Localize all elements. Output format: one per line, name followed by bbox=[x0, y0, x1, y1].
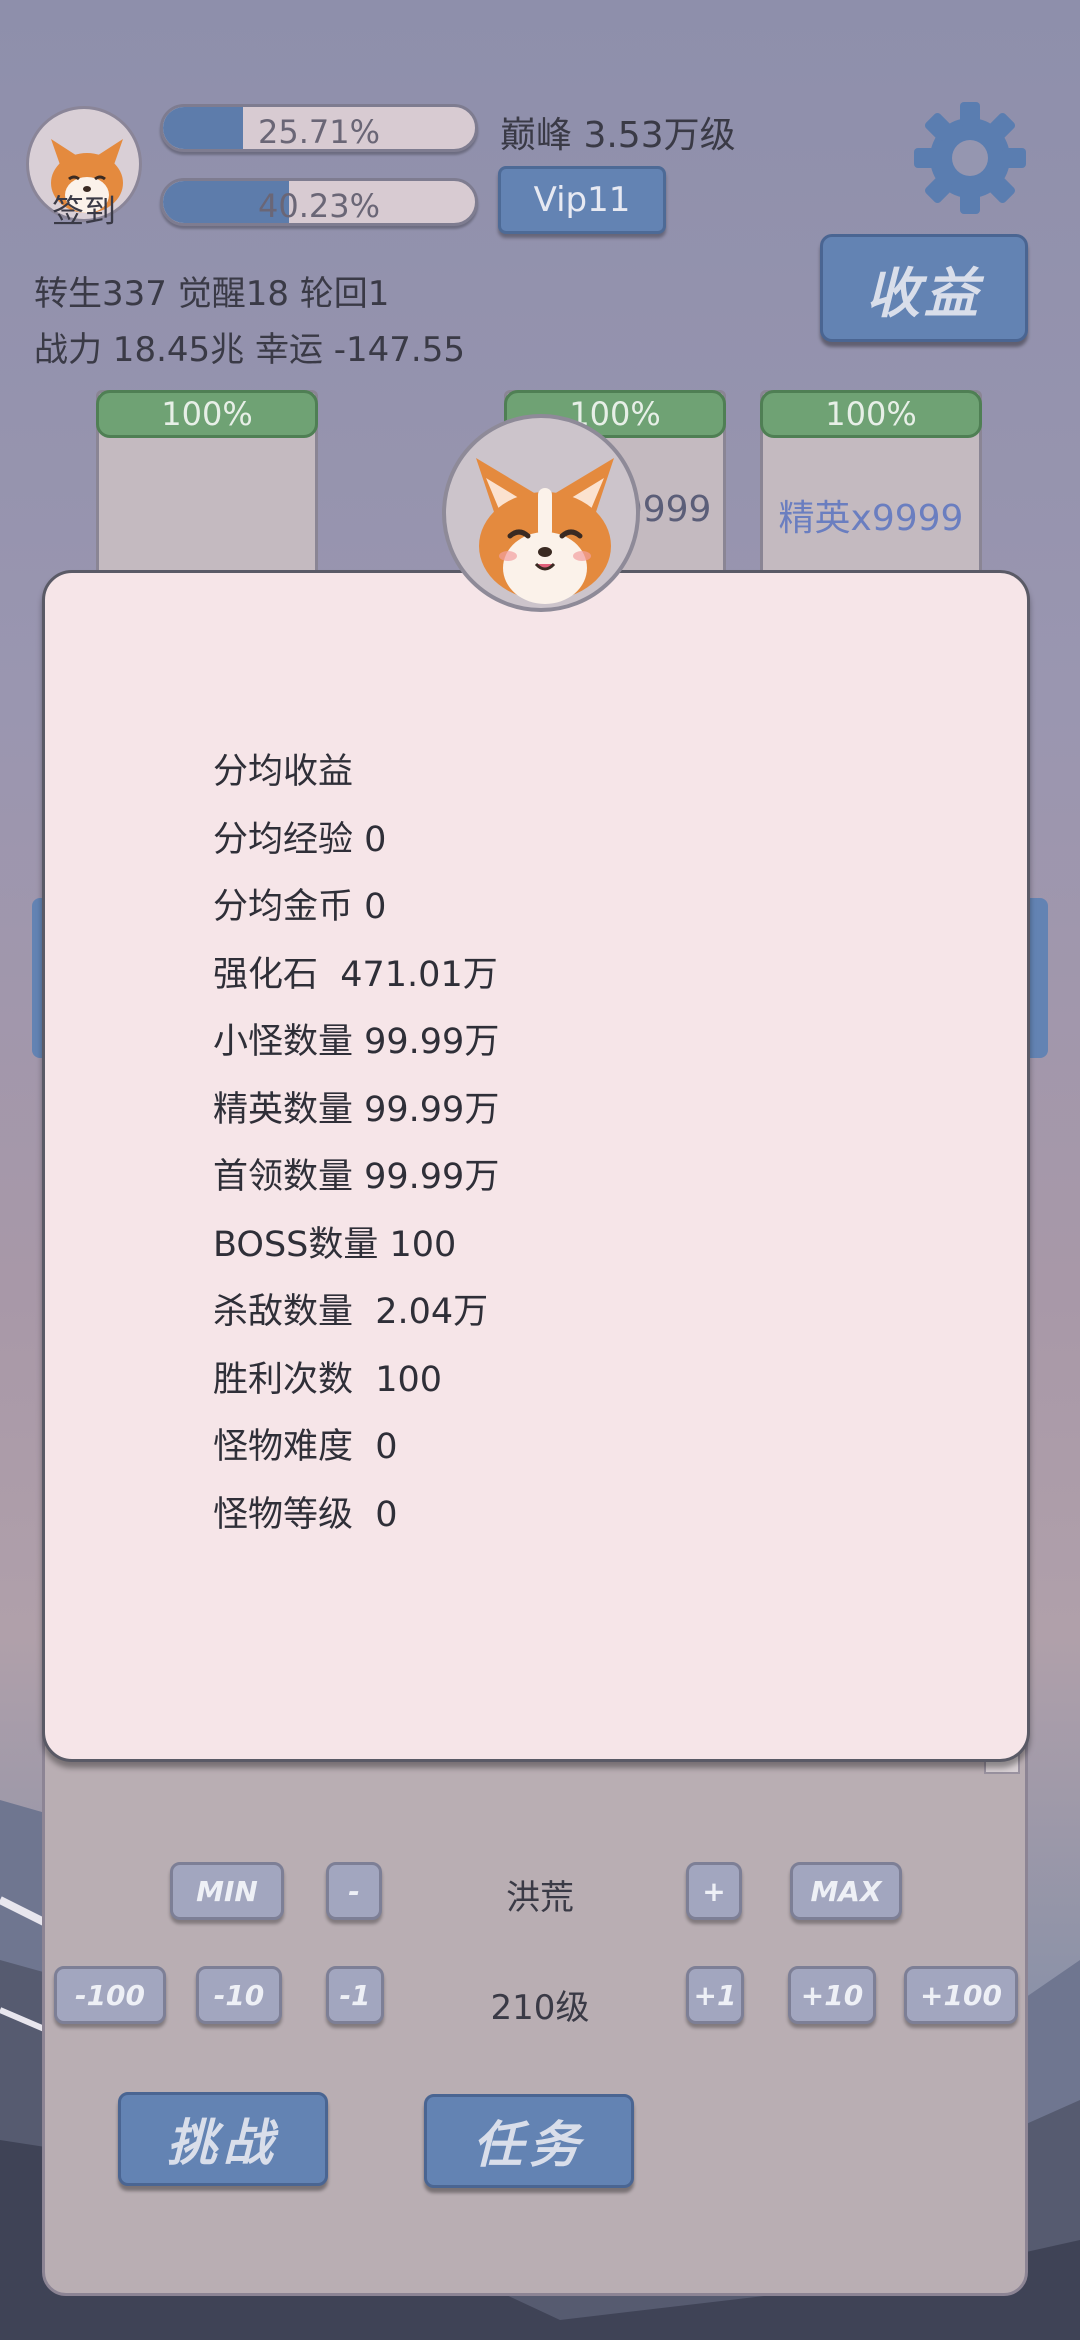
stat-row: 首领数量 99.99万 bbox=[213, 1157, 500, 1197]
task-button[interactable]: 任务 bbox=[424, 2094, 634, 2188]
power-luck-stats: 战力 18.45兆 幸运 -147.55 bbox=[34, 330, 465, 370]
level-minus-10-button[interactable]: -10 bbox=[196, 1966, 282, 2024]
card-label: 精英x9999 bbox=[778, 498, 964, 539]
max-button[interactable]: MAX bbox=[790, 1862, 902, 1920]
gear-icon[interactable] bbox=[910, 98, 1030, 218]
stat-row: 分均经验 0 bbox=[213, 819, 387, 860]
rebirth-stats: 转生337 觉醒18 轮回1 bbox=[34, 274, 390, 314]
exp-progress-bar: 25.71% bbox=[160, 104, 478, 152]
challenge-button[interactable]: 挑战 bbox=[118, 2092, 328, 2186]
stat-row: 怪物等级 0 bbox=[213, 1494, 398, 1535]
stat-row: BOSS数量 100 bbox=[213, 1224, 457, 1265]
monster-card-3[interactable]: 100% 精英x9999 bbox=[760, 390, 982, 590]
monster-card-1[interactable]: 100% bbox=[96, 390, 318, 590]
sign-in-label[interactable]: 签到 bbox=[26, 186, 142, 232]
level-plus-10-button[interactable]: +10 bbox=[788, 1966, 876, 2024]
stat-row: 怪物难度 0 bbox=[213, 1427, 398, 1467]
level-plus-100-button[interactable]: +100 bbox=[904, 1966, 1018, 2024]
income-button[interactable]: 收益 bbox=[820, 234, 1028, 342]
peak-progress-text: 40.23% bbox=[257, 187, 380, 225]
corgi-badge bbox=[442, 414, 640, 612]
corgi-icon bbox=[476, 458, 614, 604]
stat-row: 小怪数量 99.99万 bbox=[213, 1022, 500, 1062]
level-text: 210级 bbox=[490, 1988, 590, 2028]
vip-button[interactable]: Vip11 bbox=[498, 166, 666, 234]
stat-row: 精英数量 99.99万 bbox=[213, 1089, 500, 1130]
stat-row: 强化石 471.01万 bbox=[213, 954, 498, 995]
area-name: 洪荒 bbox=[506, 1878, 574, 1918]
min-button[interactable]: MIN bbox=[170, 1862, 284, 1920]
level-minus-1-button[interactable]: -1 bbox=[326, 1966, 384, 2024]
level-minus-100-button[interactable]: -100 bbox=[54, 1966, 166, 2024]
exp-progress-text: 25.71% bbox=[257, 113, 380, 151]
income-stats-list: 分均收益分均经验 0 分均金币 0 强化石 471.01万 小怪数量 99.99万 精英… bbox=[213, 739, 499, 1549]
peak-level-text: 巅峰 3.53万级 bbox=[500, 115, 736, 156]
stat-row: 杀敌数量 2.04万 bbox=[213, 1292, 489, 1332]
stat-row: 分均收益 bbox=[213, 752, 354, 792]
side-tab-right[interactable] bbox=[1028, 898, 1048, 1058]
stat-row: 胜利次数 100 bbox=[213, 1359, 443, 1400]
level-plus-1-button[interactable]: +1 bbox=[686, 1966, 744, 2024]
area-prev-button[interactable]: - bbox=[326, 1862, 382, 1920]
stat-row: 分均金币 0 bbox=[213, 887, 387, 927]
card-progress: 100% bbox=[760, 390, 982, 438]
peak-progress-bar: 40.23% bbox=[160, 178, 478, 226]
income-stats-modal[interactable]: 分均收益分均经验 0 分均金币 0 强化石 471.01万 小怪数量 99.99万 精英… bbox=[42, 570, 1030, 1762]
card-progress: 100% bbox=[96, 390, 318, 438]
area-next-button[interactable]: + bbox=[686, 1862, 742, 1920]
